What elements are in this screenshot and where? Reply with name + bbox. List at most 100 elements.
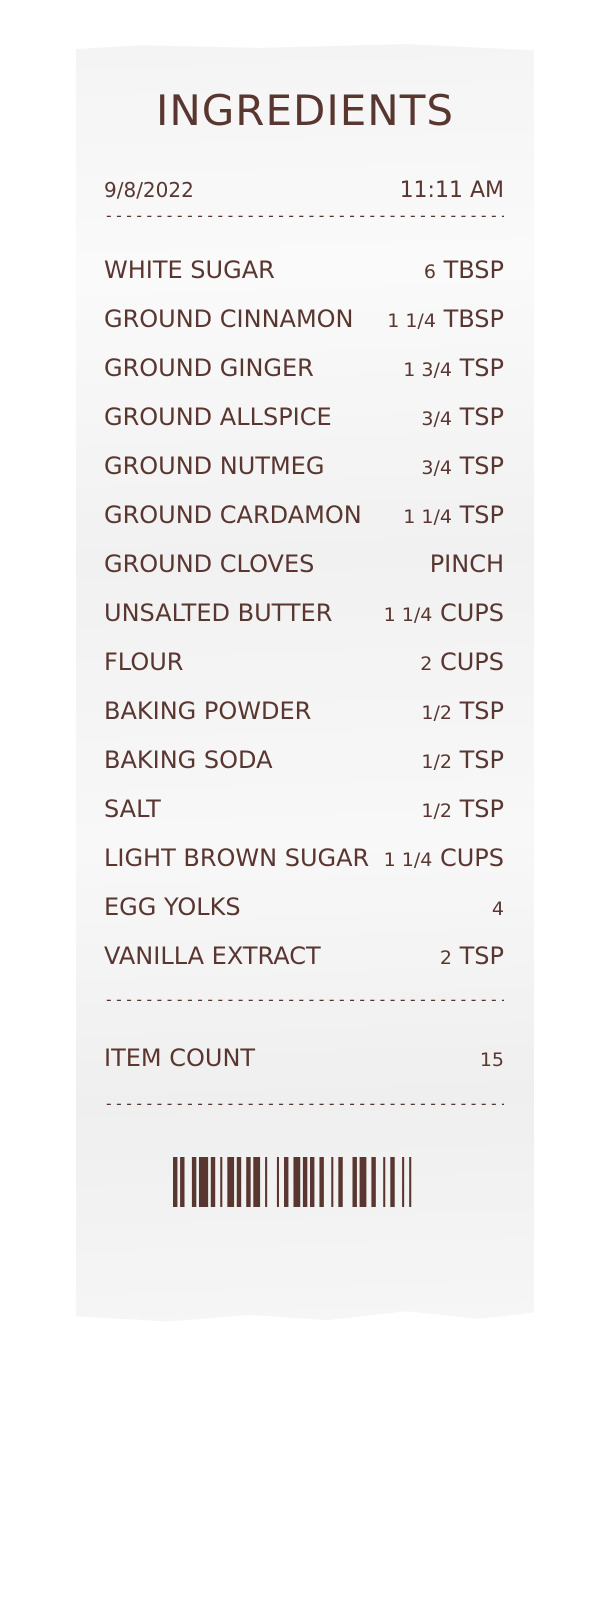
separator-middle: ----------------------------------------…: [104, 990, 504, 1009]
barcode-bar: [236, 1157, 242, 1207]
receipt-date: 9/8/2022: [104, 178, 194, 202]
ingredient-quantity: 3/4 TSP: [421, 403, 504, 431]
ingredient-quantity: 3/4 TSP: [421, 452, 504, 480]
ingredient-name: GROUND CARDAMON: [104, 501, 362, 529]
barcode-bar: [227, 1157, 235, 1207]
ingredient-quantity: 1 3/4 TSP: [403, 354, 504, 382]
separator-bottom: ----------------------------------------…: [104, 1094, 504, 1113]
item-count-row: ITEM COUNT 15: [104, 1044, 504, 1072]
ingredient-row: GROUND NUTMEG 3/4 TSP: [104, 452, 504, 482]
receipt-title: INGREDIENTS: [155, 86, 455, 135]
barcode-bar: [180, 1157, 185, 1207]
ingredient-unit: TSP: [459, 746, 504, 774]
barcode-bar: [319, 1157, 324, 1207]
ingredient-name: GROUND ALLSPICE: [104, 403, 332, 431]
barcode-bar: [253, 1157, 261, 1207]
ingredient-amount: 6: [423, 261, 436, 283]
ingredient-name: GROUND NUTMEG: [104, 452, 325, 480]
ingredient-unit: TSP: [459, 501, 504, 529]
ingredient-quantity: 1/2 TSP: [421, 746, 504, 774]
ingredient-name: SALT: [104, 795, 161, 823]
ingredient-amount: 1/2: [421, 702, 452, 724]
barcode-bar: [293, 1157, 301, 1207]
ingredient-amount: 2: [439, 947, 452, 969]
receipt-meta: 9/8/2022 11:11 AM: [104, 178, 504, 203]
ingredient-quantity: 6 TBSP: [424, 256, 504, 284]
ingredient-row: GROUND CARDAMON 1 1/4 TSP: [104, 501, 504, 531]
ingredient-unit: CUPS: [439, 844, 504, 872]
barcode-bar: [371, 1157, 376, 1207]
barcode-bar: [383, 1157, 386, 1207]
ingredient-row: VANILLA EXTRACT 2 TSP: [104, 942, 504, 972]
ingredient-quantity: 1 1/4 CUPS: [384, 599, 504, 627]
barcode-bar: [359, 1157, 367, 1207]
ingredient-row: GROUND GINGER 1 3/4 TSP: [104, 354, 504, 384]
separator-top: ----------------------------------------…: [104, 206, 504, 225]
ingredient-amount: 3/4: [421, 457, 452, 479]
ingredient-name: GROUND CLOVES: [104, 550, 315, 578]
ingredient-name: WHITE SUGAR: [104, 256, 275, 284]
ingredient-row: GROUND ALLSPICE 3/4 TSP: [104, 403, 504, 433]
ingredient-quantity: 1 1/4 TSP: [403, 501, 504, 529]
ingredient-name: BAKING POWDER: [104, 697, 312, 725]
barcode-bar: [198, 1157, 209, 1207]
ingredient-quantity: 1/2 TSP: [421, 697, 504, 725]
ingredient-amount: 1 3/4: [403, 359, 452, 381]
barcode-bar: [276, 1157, 279, 1207]
ingredient-quantity: 1 1/4 TBSP: [387, 305, 504, 333]
ingredient-unit: TSP: [459, 354, 504, 382]
ingredient-row: WHITE SUGAR 6 TBSP: [104, 256, 504, 286]
ingredient-unit: CUPS: [439, 648, 504, 676]
barcode-bar: [338, 1157, 343, 1207]
barcode-icon: [173, 1157, 412, 1207]
ingredient-amount: 1/2: [421, 751, 452, 773]
ingredient-name: GROUND CINNAMON: [104, 305, 354, 333]
ingredient-row: UNSALTED BUTTER 1 1/4 CUPS: [104, 599, 504, 629]
ingredient-amount: 2: [420, 653, 433, 675]
receipt: INGREDIENTS 9/8/2022 11:11 AM ----------…: [76, 44, 534, 1322]
barcode-bar: [409, 1157, 412, 1207]
ingredient-amount: 1 1/4: [403, 506, 452, 528]
ingredient-quantity: 4: [492, 893, 504, 921]
ingredient-name: GROUND GINGER: [104, 354, 314, 382]
ingredient-amount: 1/2: [421, 800, 452, 822]
barcode-bar: [246, 1157, 251, 1207]
ingredient-name: VANILLA EXTRACT: [104, 942, 321, 970]
ingredient-row: FLOUR 2 CUPS: [104, 648, 504, 678]
ingredient-name: EGG YOLKS: [104, 893, 241, 921]
ingredient-unit: CUPS: [439, 599, 504, 627]
ingredient-row: BAKING POWDER 1/2 TSP: [104, 697, 504, 727]
ingredient-row: BAKING SODA 1/2 TSP: [104, 746, 504, 776]
ingredient-row: EGG YOLKS 4: [104, 893, 504, 923]
ingredient-name: LIGHT BROWN SUGAR: [104, 844, 370, 872]
ingredient-quantity: 1/2 TSP: [421, 795, 504, 823]
ingredient-quantity: 2 CUPS: [420, 648, 504, 676]
item-count-label: ITEM COUNT: [104, 1044, 256, 1072]
barcode-bar: [210, 1157, 216, 1207]
ingredient-row: LIGHT BROWN SUGAR 1 1/4 CUPS: [104, 844, 504, 874]
ingredient-amount: 4: [491, 898, 504, 920]
barcode-bar: [331, 1157, 334, 1207]
ingredient-name: FLOUR: [104, 648, 184, 676]
ingredient-name: UNSALTED BUTTER: [104, 599, 333, 627]
ingredient-unit: TSP: [459, 452, 504, 480]
barcode-bar: [302, 1157, 308, 1207]
item-count-value: 15: [479, 1049, 504, 1071]
ingredient-unit: TSP: [459, 795, 504, 823]
barcode-bar: [173, 1157, 178, 1207]
barcode-bar: [309, 1157, 315, 1207]
ingredient-unit: PINCH: [429, 550, 504, 578]
barcode-bar: [402, 1157, 405, 1207]
ingredient-unit: TSP: [459, 403, 504, 431]
ingredient-amount: 3/4: [421, 408, 452, 430]
ingredient-amount: 1 1/4: [383, 604, 433, 626]
barcode-bar: [191, 1157, 197, 1207]
receipt-time: 11:11 AM: [399, 178, 504, 203]
barcode-bar: [220, 1157, 223, 1207]
ingredient-row: SALT 1/2 TSP: [104, 795, 504, 825]
barcode-bar: [284, 1157, 289, 1207]
ingredient-amount: 1 1/4: [387, 310, 436, 332]
ingredient-name: BAKING SODA: [104, 746, 273, 774]
ingredient-unit: TBSP: [443, 305, 504, 333]
ingredient-amount: 1 1/4: [383, 849, 433, 871]
